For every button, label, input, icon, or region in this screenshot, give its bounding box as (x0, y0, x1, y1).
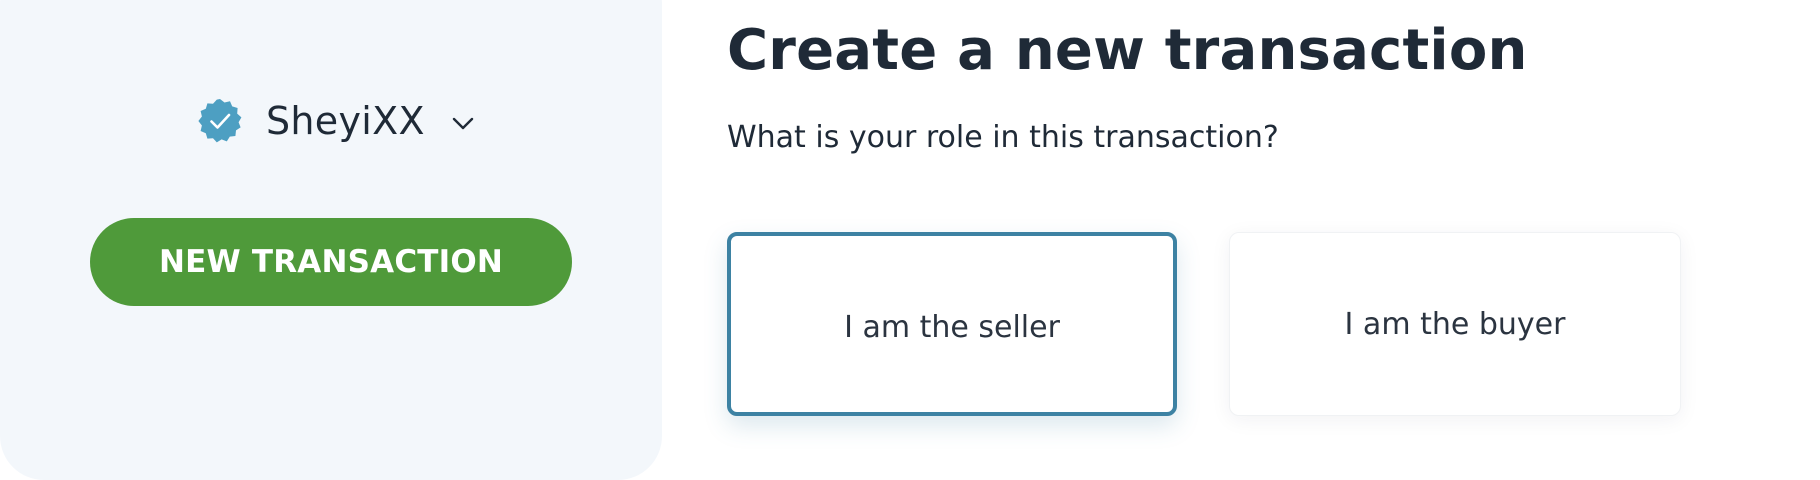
new-transaction-button[interactable]: NEW TRANSACTION (90, 218, 572, 306)
chevron-down-icon[interactable] (451, 116, 475, 132)
role-option-seller[interactable]: I am the seller (727, 232, 1177, 416)
user-account-switcher[interactable]: SheyiXX (196, 96, 475, 146)
page-title: Create a new transaction (727, 18, 1528, 83)
username-label: SheyiXX (266, 99, 425, 143)
verified-badge-icon (198, 99, 242, 143)
main-content: Create a new transaction What is your ro… (662, 0, 1820, 480)
role-question: What is your role in this transaction? (727, 120, 1279, 155)
role-option-buyer[interactable]: I am the buyer (1229, 232, 1681, 416)
page: SheyiXX NEW TRANSACTION Create a new tra… (0, 0, 1820, 480)
